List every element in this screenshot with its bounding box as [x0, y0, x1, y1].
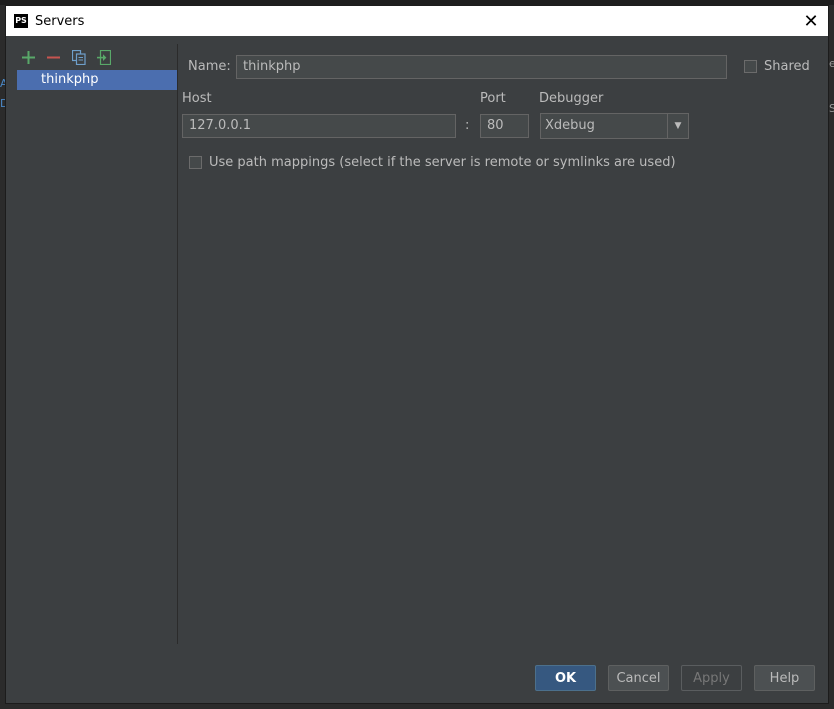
port-field[interactable]: 80	[480, 114, 529, 138]
shared-checkbox[interactable]	[744, 60, 757, 73]
import-server-button[interactable]	[95, 49, 112, 66]
add-server-button[interactable]	[20, 49, 37, 66]
background-window-right: e S	[829, 5, 834, 709]
servers-toolbar	[20, 46, 112, 68]
servers-dialog: PS Servers ✕ thinkphp Name: thinkphp Sha…	[5, 5, 829, 704]
server-settings-form: Name: thinkphp Shared Host Port Debugger…	[178, 36, 828, 636]
name-label: Name:	[188, 59, 231, 74]
host-label: Host	[182, 91, 212, 106]
host-port-separator: :	[465, 118, 470, 133]
remove-icon	[47, 56, 60, 58]
debugger-select[interactable]: Xdebug ▼	[540, 113, 689, 139]
background-glyph: S	[829, 102, 834, 115]
path-mappings-label[interactable]: Use path mappings (select if the server …	[209, 155, 676, 170]
close-icon: ✕	[803, 10, 819, 32]
add-icon	[22, 50, 35, 64]
apply-button[interactable]: Apply	[681, 665, 742, 691]
servers-list-panel: thinkphp	[6, 36, 178, 645]
close-button[interactable]: ✕	[800, 10, 822, 32]
background-glyph: e	[829, 57, 834, 70]
chevron-down-icon: ▼	[667, 114, 688, 138]
window-title: Servers	[35, 13, 85, 29]
copy-icon	[71, 49, 86, 65]
help-button[interactable]: Help	[754, 665, 815, 691]
title-bar[interactable]: PS Servers ✕	[6, 6, 828, 36]
host-field[interactable]: 127.0.0.1	[182, 114, 456, 138]
cancel-button[interactable]: Cancel	[608, 665, 669, 691]
debugger-selected-value: Xdebug	[545, 118, 595, 133]
import-icon	[96, 49, 111, 65]
remove-server-button[interactable]	[45, 49, 62, 66]
server-list-item-thinkphp[interactable]: thinkphp	[17, 70, 177, 90]
shared-label[interactable]: Shared	[764, 59, 810, 74]
path-mappings-checkbox[interactable]	[189, 156, 202, 169]
name-field[interactable]: thinkphp	[236, 55, 727, 79]
debugger-label: Debugger	[539, 91, 604, 106]
port-label: Port	[480, 91, 506, 106]
ok-button[interactable]: OK	[535, 665, 596, 691]
copy-server-button[interactable]	[70, 49, 87, 66]
phpstorm-app-icon: PS	[14, 14, 28, 28]
